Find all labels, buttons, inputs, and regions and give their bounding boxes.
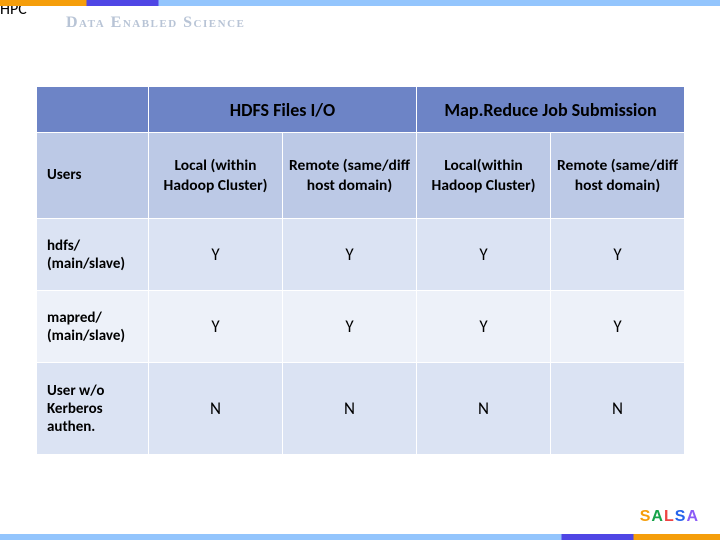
logo-letter: A xyxy=(686,508,698,526)
header-blank xyxy=(37,87,149,133)
corner-users-label: Users xyxy=(37,133,149,219)
top-accent-bar xyxy=(0,0,720,6)
cell: N xyxy=(417,363,551,455)
table-container: HDFS Files I/O Map.Reduce Job Submission… xyxy=(36,86,684,455)
logo-letter: L xyxy=(664,508,674,526)
cell: Y xyxy=(551,291,685,363)
cell: Y xyxy=(149,219,283,291)
subheader-2: Local(within Hadoop Cluster) xyxy=(417,133,551,219)
table-header-sub: Users Local (within Hadoop Cluster) Remo… xyxy=(37,133,685,219)
header-mapreduce: Map.Reduce Job Submission xyxy=(417,87,685,133)
cell: N xyxy=(149,363,283,455)
table-row: hdfs/ (main/slave) Y Y Y Y xyxy=(37,219,685,291)
subheader-3: Remote (same/diff host domain) xyxy=(551,133,685,219)
cell: Y xyxy=(417,219,551,291)
cell: Y xyxy=(283,219,417,291)
salsa-logo: S A L S A xyxy=(640,508,698,526)
table-header-top: HDFS Files I/O Map.Reduce Job Submission xyxy=(37,87,685,133)
row-label: User w/o Kerberos authen. xyxy=(37,363,149,455)
row-label: hdfs/ (main/slave) xyxy=(37,219,149,291)
comparison-table: HDFS Files I/O Map.Reduce Job Submission… xyxy=(36,86,685,455)
bottom-accent-bar xyxy=(0,534,720,540)
cell: N xyxy=(283,363,417,455)
row-label: mapred/ (main/slave) xyxy=(37,291,149,363)
table-row: User w/o Kerberos authen. N N N N xyxy=(37,363,685,455)
header-hdfs: HDFS Files I/O xyxy=(149,87,417,133)
table-row: mapred/ (main/slave) Y Y Y Y xyxy=(37,291,685,363)
brand-text: Data Enabled Science xyxy=(66,14,245,32)
subheader-0: Local (within Hadoop Cluster) xyxy=(149,133,283,219)
cell: N xyxy=(551,363,685,455)
cell: Y xyxy=(149,291,283,363)
cell: Y xyxy=(283,291,417,363)
logo-letter: S xyxy=(640,508,651,526)
cell: Y xyxy=(551,219,685,291)
logo-letter: S xyxy=(675,508,686,526)
slide: Data Enabled Science HDFS Files I/O Map.… xyxy=(0,0,720,540)
subheader-1: Remote (same/diff host domain) xyxy=(283,133,417,219)
cell: Y xyxy=(417,291,551,363)
logo-letter: A xyxy=(651,508,663,526)
